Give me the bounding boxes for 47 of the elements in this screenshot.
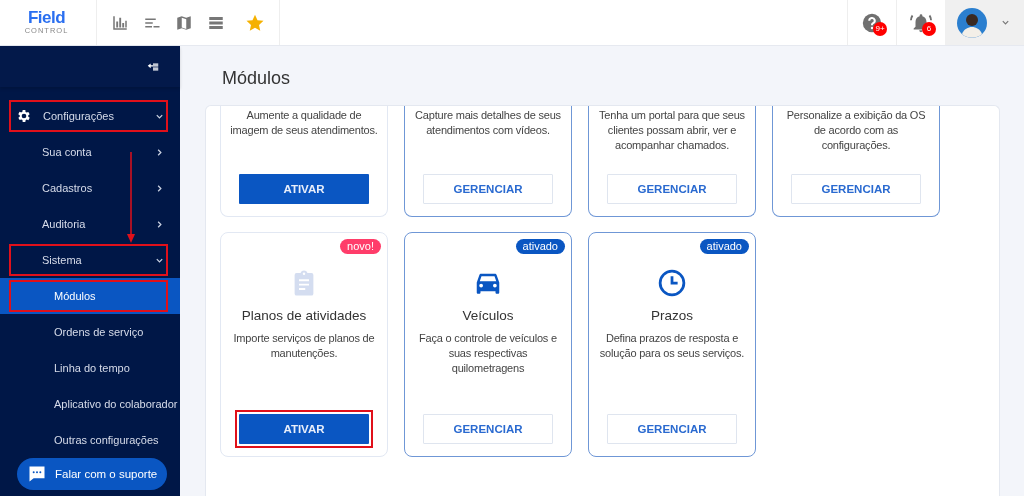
chevron-right-icon xyxy=(155,147,164,157)
sidebar-item[interactable]: Sistema xyxy=(0,242,180,278)
module-description: Aumente a qualidade de imagem de seus atendimentos. xyxy=(229,108,379,138)
support-button[interactable]: Falar com o suporte xyxy=(17,458,168,490)
map-icon[interactable] xyxy=(175,13,193,32)
sidebar-item[interactable]: Aplicativo do colaborador xyxy=(0,386,180,422)
chat-icon xyxy=(27,464,47,484)
gear-icon xyxy=(16,108,32,124)
manage-button[interactable]: GERENCIAR xyxy=(607,414,737,444)
sidebar-item[interactable]: Sua conta xyxy=(0,134,180,170)
bar-chart-icon[interactable] xyxy=(111,13,129,32)
module-description: Capture mais detalhes de seus atendimentos com vídeos. xyxy=(414,108,562,138)
sidebar-item[interactable]: Módulos xyxy=(0,278,180,314)
sidebar-item[interactable]: Outras configurações xyxy=(0,422,180,458)
clock-icon xyxy=(657,268,687,298)
module-title: Prazos xyxy=(651,308,693,323)
sidebar-item[interactable]: Linha do tempo xyxy=(0,350,180,386)
status-badge: novo! xyxy=(340,239,381,254)
manage-button[interactable]: GERENCIAR xyxy=(423,174,553,204)
activate-button[interactable]: ATIVAR xyxy=(239,174,369,204)
user-menu[interactable] xyxy=(945,0,1024,45)
sidebar-item[interactable]: Cadastros xyxy=(0,170,180,206)
notifications-button[interactable]: 6 xyxy=(910,11,932,34)
module-description: Personalize a exibição da OS de acordo com as configurações. xyxy=(785,108,927,153)
module-description: Importe serviços de planos de manutenções. xyxy=(232,331,376,361)
module-description: Defina prazos de resposta e solução para os seus serviços. xyxy=(598,331,746,361)
sidebar-item[interactable]: Ordens de serviço xyxy=(0,314,180,350)
chevron-right-icon xyxy=(155,219,164,229)
manage-button[interactable]: GERENCIAR xyxy=(423,414,553,444)
avatar xyxy=(957,7,987,38)
chevron-down-icon xyxy=(1001,18,1010,27)
module-description: Tenha um portal para que seus clientes possam abrir, ver e acompanhar chamados. xyxy=(598,108,746,153)
count-badge: 9+ xyxy=(873,21,887,36)
help-button[interactable]: 9+ xyxy=(861,11,883,34)
manage-button[interactable]: GERENCIAR xyxy=(791,174,921,204)
module-title: Veículos xyxy=(462,308,514,323)
status-badge: ativado xyxy=(515,239,565,254)
manage-button[interactable]: GERENCIAR xyxy=(607,174,737,204)
status-badge: ativado xyxy=(699,239,749,254)
activate-button[interactable]: ATIVAR xyxy=(239,414,369,444)
sidebar-item[interactable]: Auditoria xyxy=(0,206,180,242)
sidebar-item[interactable]: Configurações xyxy=(0,98,180,134)
page-title: Módulos xyxy=(222,67,292,90)
chevron-right-icon xyxy=(155,183,164,193)
module-title: Planos de atividades xyxy=(241,308,367,323)
module-description: Faça o controle de veículos e suas respectivas quilometragens xyxy=(418,331,558,376)
count-badge: 6 xyxy=(922,21,936,36)
